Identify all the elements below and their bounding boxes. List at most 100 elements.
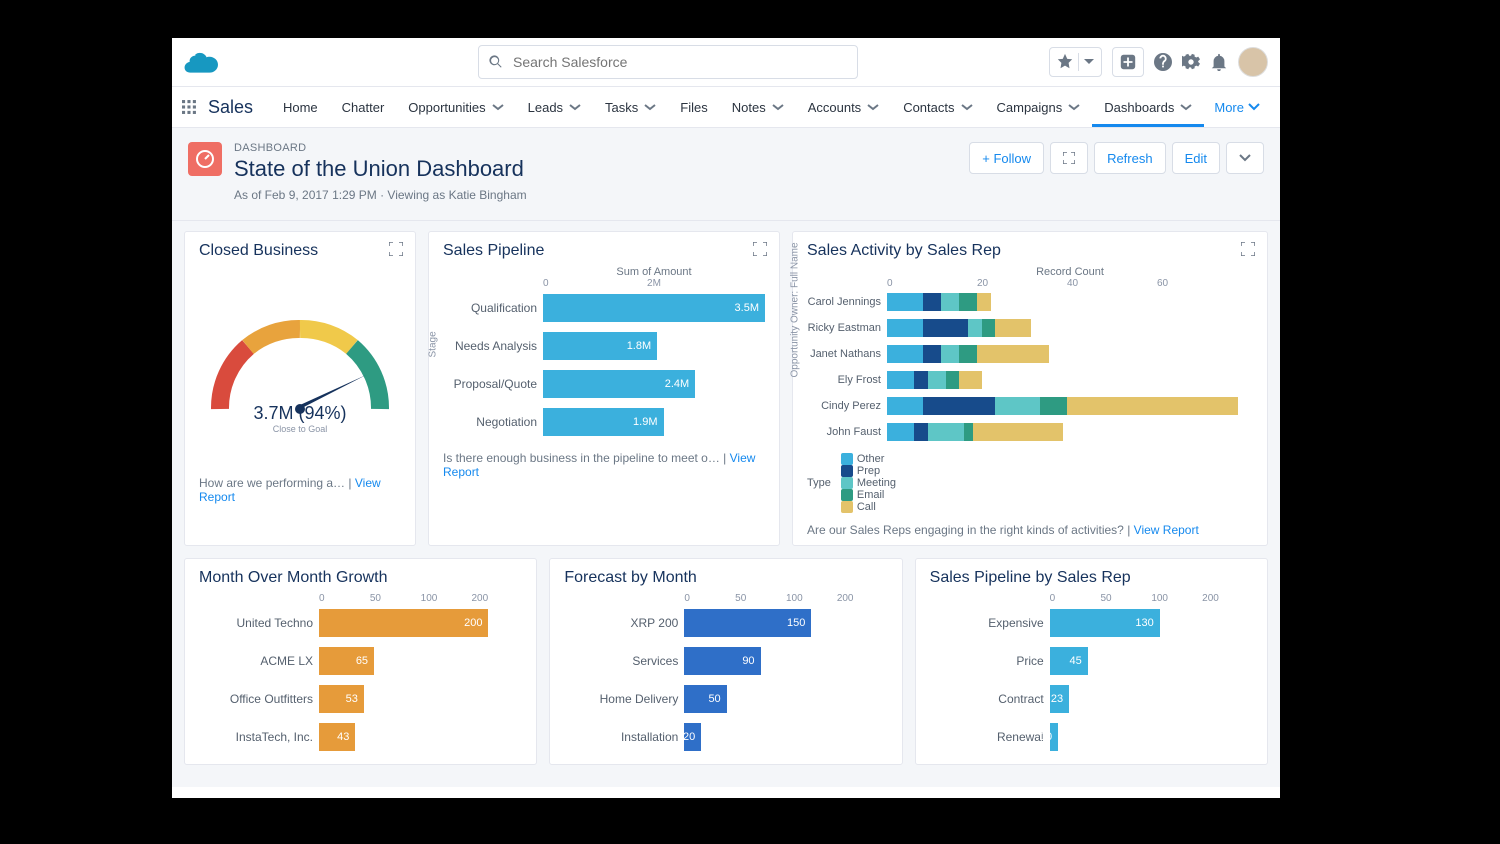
stack-segment <box>1040 397 1067 415</box>
bar-fill: 50 <box>684 685 726 713</box>
stack-segment <box>941 293 959 311</box>
bar-row: Home Delivery50 <box>564 680 887 718</box>
chevron-down-icon <box>569 101 581 113</box>
search-icon <box>489 55 503 69</box>
bar-fill: 53 <box>319 685 364 713</box>
nav-item-notes[interactable]: Notes <box>720 87 796 127</box>
expand-card-icon[interactable] <box>1241 242 1255 256</box>
nav-items: HomeChatterOpportunitiesLeadsTasksFilesN… <box>271 87 1204 127</box>
chevron-down-icon <box>867 101 879 113</box>
stack-row: Janet Nathans <box>807 341 1253 367</box>
legend-item: Prep <box>841 465 896 477</box>
favorite-button[interactable] <box>1049 47 1102 77</box>
bar-fill: 1.9M <box>543 408 664 436</box>
expand-card-icon[interactable] <box>753 242 767 256</box>
nav-item-home[interactable]: Home <box>271 87 330 127</box>
chevron-down-icon <box>644 101 656 113</box>
card-title: Sales Pipeline by Sales Rep <box>930 569 1253 587</box>
nav-item-contacts[interactable]: Contacts <box>891 87 984 127</box>
stack-segment <box>887 319 923 337</box>
nav-item-chatter[interactable]: Chatter <box>330 87 397 127</box>
star-icon <box>1056 53 1074 71</box>
bar-fill: 200 <box>319 609 488 637</box>
user-avatar[interactable] <box>1238 47 1268 77</box>
global-header <box>172 38 1280 86</box>
page-subtitle: As of Feb 9, 2017 1:29 PM · Viewing as K… <box>234 188 969 202</box>
bar-label: Contract <box>930 692 1050 706</box>
expand-card-icon[interactable] <box>389 242 403 256</box>
stack-segment <box>995 319 1031 337</box>
bar-label: Renewal <box>930 730 1050 744</box>
bar-fill: 43 <box>319 723 355 751</box>
x-axis-title: Sum of Amount <box>543 266 765 278</box>
more-actions-button[interactable] <box>1226 142 1264 174</box>
global-search[interactable] <box>478 45 858 79</box>
bar-label: InstaTech, Inc. <box>199 730 319 744</box>
chevron-down-icon <box>1239 152 1251 164</box>
add-button[interactable] <box>1112 47 1144 77</box>
nav-item-opportunities[interactable]: Opportunities <box>396 87 515 127</box>
stack-segment <box>923 319 968 337</box>
card-title: Sales Pipeline <box>443 242 765 260</box>
stack-row: Cindy Perez <box>807 393 1253 419</box>
search-input[interactable] <box>513 54 847 70</box>
legend-title: Type <box>807 477 831 489</box>
edit-button[interactable]: Edit <box>1172 142 1220 174</box>
bar-row: Qualification3.5M <box>443 289 765 327</box>
bar-row: Negotiation1.9M <box>443 403 765 441</box>
header-actions <box>1049 47 1268 77</box>
stack-label: Carol Jennings <box>807 296 887 308</box>
card-sales-activity: Sales Activity by Sales Rep Record Count… <box>792 231 1268 546</box>
refresh-button[interactable]: Refresh <box>1094 142 1166 174</box>
stack-segment <box>923 345 941 363</box>
bar-row: Expensive130 <box>930 604 1253 642</box>
nav-more[interactable]: More <box>1204 100 1270 115</box>
card-month-growth: Month Over Month Growth 050100200 United… <box>184 558 537 765</box>
bar-label: Services <box>564 654 684 668</box>
nav-item-accounts[interactable]: Accounts <box>796 87 891 127</box>
follow-button[interactable]: + Follow <box>969 142 1044 174</box>
nav-item-leads[interactable]: Leads <box>516 87 593 127</box>
expand-button[interactable] <box>1050 142 1088 174</box>
bar-fill: 45 <box>1050 647 1088 675</box>
bar-label: Office Outfitters <box>199 692 319 706</box>
chart-legend: Type Other Prep Meeting Email Call <box>807 453 1253 513</box>
y-axis-title: Opportunity Owner: Full Name <box>790 242 801 377</box>
bar-fill: 23 <box>1050 685 1069 713</box>
bar-row: XRP 200150 <box>564 604 887 642</box>
record-type-label: DASHBOARD <box>234 142 969 154</box>
stack-label: Janet Nathans <box>807 348 887 360</box>
stack-segment <box>887 423 914 441</box>
stack-segment <box>887 293 923 311</box>
view-report-link[interactable]: View Report <box>1134 523 1199 537</box>
card-title: Sales Activity by Sales Rep <box>807 242 1253 260</box>
nav-item-campaigns[interactable]: Campaigns <box>985 87 1093 127</box>
stack-row: Ely Frost <box>807 367 1253 393</box>
bell-icon[interactable] <box>1210 53 1228 71</box>
app-logo <box>184 50 218 74</box>
card-sales-pipeline: Sales Pipeline Sum of Amount 02M Qualifi… <box>428 231 780 546</box>
expand-icon <box>1063 152 1075 164</box>
stack-segment <box>977 345 1049 363</box>
stack-label: Ely Frost <box>807 374 887 386</box>
stack-row: John Faust <box>807 419 1253 445</box>
card-forecast: Forecast by Month 050100200 XRP 200150Se… <box>549 558 902 765</box>
nav-item-files[interactable]: Files <box>668 87 719 127</box>
nav-item-dashboards[interactable]: Dashboards <box>1092 87 1204 127</box>
dashboard-body: Closed Business 3.7M (94%) Close to Goal… <box>172 221 1280 787</box>
page-header: DASHBOARD State of the Union Dashboard A… <box>172 128 1280 221</box>
stack-segment <box>973 423 1063 441</box>
chevron-down-icon <box>961 101 973 113</box>
card-footer-text: Is there enough business in the pipeline… <box>443 451 720 465</box>
nav-item-tasks[interactable]: Tasks <box>593 87 668 127</box>
chevron-down-icon <box>1083 56 1095 68</box>
plus-icon <box>1119 53 1137 71</box>
stack-label: Ricky Eastman <box>807 322 887 334</box>
bar-row: Renewal10 <box>930 718 1253 756</box>
help-icon[interactable] <box>1154 53 1172 71</box>
app-launcher-icon[interactable] <box>182 98 196 116</box>
stack-segment <box>959 345 977 363</box>
stack-segment <box>959 371 982 389</box>
stack-segment <box>968 319 982 337</box>
gear-icon[interactable] <box>1182 53 1200 71</box>
